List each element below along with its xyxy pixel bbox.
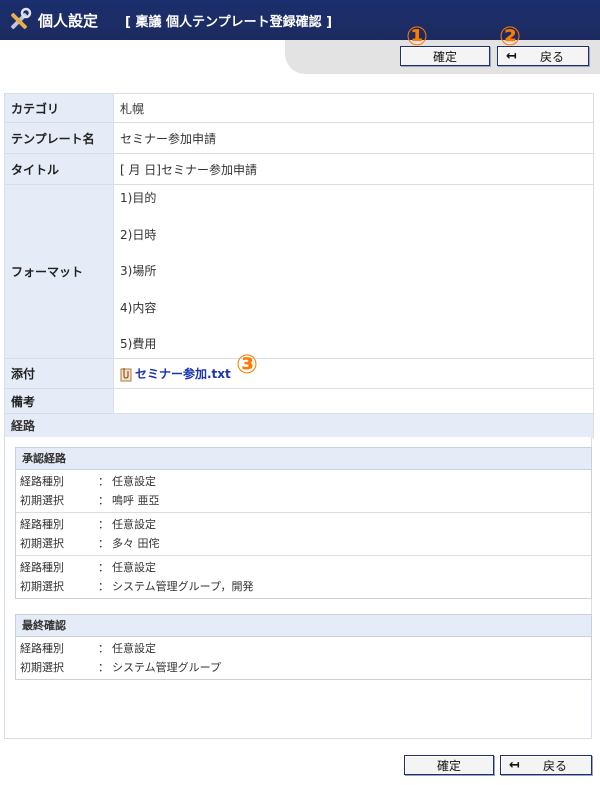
format-label: フォーマット (4, 184, 114, 359)
format-value: 1)目的 2)日時 3)場所 4)内容 5)費用 (113, 184, 594, 359)
route-init-key: 初期選択 (20, 661, 64, 674)
colon: ： (98, 580, 109, 593)
category-value: 札幌 (113, 93, 594, 123)
route-label: 経路 (4, 413, 594, 438)
title-label: タイトル (4, 153, 114, 185)
route-entry: 経路種別 ：任意設定 初期選択 ：システム管理グループ (16, 637, 591, 679)
confirm-button-bottom[interactable]: 確定 (404, 755, 494, 775)
format-line: 5)費用 (120, 337, 157, 351)
back-button-label: 戻る (542, 759, 567, 773)
approval-route-title: 承認経路 (16, 448, 591, 470)
colon: ： (98, 642, 109, 655)
template-name-label: テンプレート名 (4, 122, 114, 154)
route-init-key: 初期選択 (20, 537, 64, 550)
marker-3: ③ (235, 350, 258, 380)
route-init-key: 初期選択 (20, 494, 64, 507)
route-init-value: システム管理グループ (112, 661, 222, 674)
attachment-link[interactable]: セミナー参加.txt (135, 367, 231, 381)
route-type-value: 任意設定 (112, 475, 156, 488)
marker-2: ② (498, 22, 521, 52)
paperclip-icon (120, 368, 132, 382)
back-arrow-icon: ↤ (509, 758, 520, 773)
remarks-value (113, 388, 594, 414)
format-line: 1)目的 (120, 191, 157, 205)
template-form: カテゴリ 札幌 テンプレート名 セミナー参加申請 タイトル [ 月 日]セミナー… (4, 93, 594, 438)
approval-route-box: 承認経路 経路種別：任意設定 初期選択：鳴呼 亜亞 経路種別：任意設定 初期選択… (15, 447, 592, 599)
route-type-key: 経路種別 (20, 518, 64, 531)
format-line: 2)日時 (120, 227, 157, 242)
marker-1: ① (405, 22, 428, 52)
route-init-value: 鳴呼 亜亞 (112, 494, 160, 507)
confirm-button-label: 確定 (436, 759, 461, 773)
final-route-box: 最終確認 経路種別 ：任意設定 初期選択 ：システム管理グループ (15, 614, 592, 680)
back-button-bottom[interactable]: ↤ 戻る (500, 755, 592, 775)
colon: ： (98, 494, 109, 507)
route-type-value: 任意設定 (112, 518, 156, 531)
remarks-label: 備考 (4, 388, 114, 414)
colon: ： (98, 537, 109, 550)
route-type-key: 経路種別 (20, 642, 64, 655)
colon: ： (98, 475, 109, 488)
route-entry: 経路種別 ：任意設定 初期選択 ：システム管理グループ，開発 (16, 556, 591, 598)
page-subtitle: [ 稟議 個人テンプレート登録確認 ] (125, 15, 333, 30)
route-type-key: 経路種別 (20, 561, 64, 574)
route-type-value: 任意設定 (112, 561, 156, 574)
attachment-label: 添付 (4, 358, 114, 389)
route-init-value: システム管理グループ，開発 (112, 580, 254, 593)
route-type-key: 経路種別 (20, 475, 64, 488)
format-line: 4)内容 (120, 300, 157, 315)
route-init-key: 初期選択 (20, 580, 64, 593)
route-init-value: 多々 田侘 (112, 537, 160, 550)
category-label: カテゴリ (4, 93, 114, 123)
format-line: 3)場所 (120, 264, 157, 278)
route-section: 承認経路 経路種別：任意設定 初期選択：鳴呼 亜亞 経路種別：任意設定 初期選択… (4, 437, 592, 739)
route-type-value: 任意設定 (112, 642, 156, 655)
route-entry: 経路種別 ：任意設定 初期選択 ：鳴呼 亜亞 (16, 470, 591, 513)
route-entry: 経路種別 ：任意設定 初期選択 ：多々 田侘 (16, 513, 591, 556)
colon: ： (98, 561, 109, 574)
colon: ： (98, 661, 109, 674)
final-route-title: 最終確認 (16, 615, 591, 637)
page-title: 個人設定 (38, 12, 99, 30)
attachment-value: セミナー参加.txt (113, 358, 594, 389)
back-button-label: 戻る (539, 50, 564, 64)
title-value: [ 月 日]セミナー参加申請 (113, 153, 594, 185)
tools-icon (10, 7, 32, 30)
template-name-value: セミナー参加申請 (113, 122, 594, 154)
colon: ： (98, 518, 109, 531)
confirm-button-label: 確定 (432, 50, 457, 64)
